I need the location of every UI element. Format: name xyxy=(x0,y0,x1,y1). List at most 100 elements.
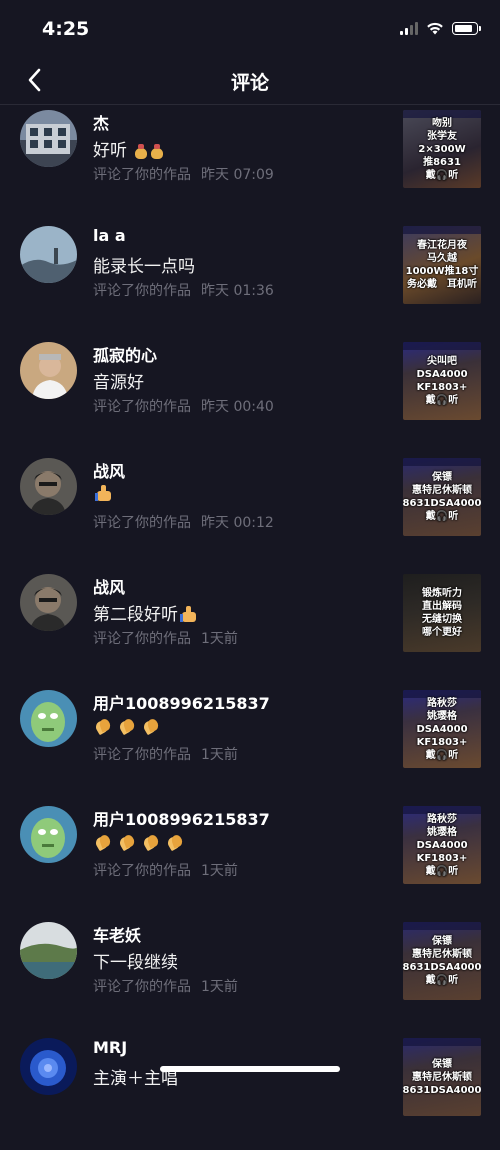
video-thumbnail[interactable]: 吻别 张学友 2×300W 推8631 戴🎧听 xyxy=(403,110,481,188)
thumb-line: 保镖 xyxy=(432,936,452,947)
comment-item[interactable]: 用户1008996215837 评论了你的作品 1天前 路秋莎 姚璎格 DSA40… xyxy=(0,686,500,802)
video-thumbnail[interactable]: 保镖 惠特尼休斯顿 8631DSA4000 戴🎧听 xyxy=(403,922,481,1000)
avatar[interactable] xyxy=(20,574,77,631)
thumb-line: 保镖 xyxy=(432,472,452,483)
clapping-hands-emoji-icon xyxy=(141,833,161,851)
avatar[interactable] xyxy=(20,690,77,747)
username[interactable]: 用户1008996215837 xyxy=(93,806,270,830)
thumb-line: 姚璎格 xyxy=(427,710,457,722)
avatar[interactable] xyxy=(20,922,77,979)
thumb-line: 吻别 xyxy=(432,117,452,129)
comment-action: 评论了你的作品 xyxy=(93,399,191,415)
thumb-line: 8631DSA4000 xyxy=(403,498,481,509)
comment-item[interactable]: 孤寂的心 音源好 评论了你的作品 昨天 00:40 尖叫吧 DSA4000 KF1… xyxy=(0,338,500,454)
thumb-line: 戴🎧听 xyxy=(425,865,459,877)
thumb-line: 尖叫吧 xyxy=(427,356,457,367)
username[interactable]: 杰 xyxy=(93,110,109,134)
thumb-line: KF1803+ xyxy=(416,382,468,393)
thumb-line: 惠特尼休斯顿 xyxy=(412,485,472,496)
comment-item[interactable]: la a 能录长一点吗 评论了你的作品 昨天 01:36 春江花月夜 马久越 10… xyxy=(0,222,500,338)
username[interactable]: 战风 xyxy=(93,574,125,598)
thumb-line: 1000W推18寸 xyxy=(405,266,479,277)
comment-meta: 评论了你的作品 昨天 00:40 xyxy=(93,396,284,416)
comment-text: 好听 xyxy=(93,136,164,161)
thumb-line: 无缝切换 xyxy=(422,614,462,625)
video-thumbnail[interactable]: 保镖 惠特尼休斯顿 8631DSA4000 xyxy=(403,1038,481,1116)
comment-meta: 评论了你的作品 昨天 00:12 xyxy=(93,512,284,532)
thumb-line: 惠特尼休斯顿 xyxy=(412,949,472,960)
avatar[interactable] xyxy=(20,806,77,863)
comment-time: 1天前 xyxy=(201,863,238,879)
thumb-line: 戴🎧听 xyxy=(425,511,459,522)
comment-action: 评论了你的作品 xyxy=(93,167,191,183)
comment-action: 评论了你的作品 xyxy=(93,631,191,647)
thumb-line: 戴🎧听 xyxy=(425,395,459,406)
comment-text xyxy=(93,716,165,736)
thumb-line: DSA4000 xyxy=(416,723,468,735)
comment-text xyxy=(93,484,113,504)
comment-time: 1天前 xyxy=(201,979,238,995)
home-indicator[interactable] xyxy=(160,1066,340,1072)
comment-meta: 评论了你的作品 1天前 xyxy=(93,744,248,764)
comment-time: 昨天 07:09 xyxy=(201,167,274,183)
comment-action: 评论了你的作品 xyxy=(93,283,191,299)
thumb-line: 2×300W xyxy=(418,143,466,155)
thumb-line: 锻炼听力 xyxy=(422,588,462,599)
comment-meta: 评论了你的作品 1天前 xyxy=(93,860,248,880)
avatar[interactable] xyxy=(20,458,77,515)
thumb-line: 路秋莎 xyxy=(427,697,457,709)
username[interactable]: 用户1008996215837 xyxy=(93,690,270,714)
thumb-line: 戴🎧听 xyxy=(425,169,459,181)
username[interactable]: la a xyxy=(93,226,126,245)
comment-action: 评论了你的作品 xyxy=(93,979,191,995)
thumb-line: 直出解码 xyxy=(422,601,462,612)
comment-text-content: 第二段好听 xyxy=(93,605,178,625)
thumb-line: 春江花月夜 xyxy=(417,240,467,251)
avatar[interactable] xyxy=(20,342,77,399)
comment-time: 昨天 00:12 xyxy=(201,515,274,531)
comment-item[interactable]: 用户1008996215837 评论了你的作品 1天前 路秋莎 姚璎格 DSA40… xyxy=(0,802,500,918)
thumb-line: KF1803+ xyxy=(416,852,468,864)
clapping-hands-emoji-icon xyxy=(141,717,161,735)
avatar[interactable] xyxy=(20,226,77,283)
thumb-line: DSA4000 xyxy=(416,839,468,851)
thumb-line: 8631DSA4000 xyxy=(403,1084,481,1096)
avatar[interactable] xyxy=(20,110,77,167)
thumb-line: KF1803+ xyxy=(416,736,468,748)
clapping-hands-emoji-icon xyxy=(117,717,137,735)
video-thumbnail[interactable]: 路秋莎 姚璎格 DSA4000 KF1803+ 戴🎧听 xyxy=(403,690,481,768)
thumb-line: 张学友 xyxy=(427,130,457,142)
status-time: 4:25 xyxy=(42,18,90,40)
video-thumbnail[interactable]: 路秋莎 姚璎格 DSA4000 KF1803+ 戴🎧听 xyxy=(403,806,481,884)
comment-item[interactable]: 杰 好听 评论了你的作品 昨天 07:09 吻别 张学友 2×300W 推8631… xyxy=(0,106,500,222)
comment-text: 能录长一点吗 xyxy=(93,257,195,277)
thumb-line: 路秋莎 xyxy=(427,813,457,825)
comment-item[interactable]: MRJ 主演＋主唱 保镖 惠特尼休斯顿 8631DSA4000 xyxy=(0,1034,500,1150)
comment-text: 音源好 xyxy=(93,373,144,393)
username[interactable]: 车老妖 xyxy=(93,922,141,946)
video-thumbnail[interactable]: 尖叫吧 DSA4000 KF1803+ 戴🎧听 xyxy=(403,342,481,420)
comment-item[interactable]: 战风 第二段好听 评论了你的作品 1天前 锻炼听力 直出解码 无缝切换 哪个更好 xyxy=(0,570,500,686)
comment-time: 1天前 xyxy=(201,631,238,647)
comment-time: 1天前 xyxy=(201,747,238,763)
video-thumbnail[interactable]: 锻炼听力 直出解码 无缝切换 哪个更好 xyxy=(403,574,481,652)
thumb-line: 戴🎧听 xyxy=(425,749,459,761)
comment-item[interactable]: 车老妖 下一段继续 评论了你的作品 1天前 保镖 惠特尼休斯顿 8631DSA40… xyxy=(0,918,500,1034)
comment-item[interactable]: 战风 评论了你的作品 昨天 00:12 保镖 惠特尼休斯顿 8631DSA4000… xyxy=(0,454,500,570)
video-thumbnail[interactable]: 保镖 惠特尼休斯顿 8631DSA4000 戴🎧听 xyxy=(403,458,481,536)
thumb-line: 推8631 xyxy=(423,156,461,168)
comment-time: 昨天 00:40 xyxy=(201,399,274,415)
comment-list: 杰 好听 评论了你的作品 昨天 07:09 吻别 张学友 2×300W 推8631… xyxy=(0,106,500,1150)
thumb-line: 戴🎧听 xyxy=(425,975,459,986)
thumb-line: 哪个更好 xyxy=(422,627,462,638)
video-thumbnail[interactable]: 春江花月夜 马久越 1000W推18寸 务必戴 耳机听 xyxy=(403,226,481,304)
clapping-hands-emoji-icon xyxy=(93,833,113,851)
comment-text: 第二段好听 xyxy=(93,600,198,625)
comment-meta: 评论了你的作品 昨天 01:36 xyxy=(93,280,284,300)
status-bar: 4:25 xyxy=(0,0,500,56)
username[interactable]: 战风 xyxy=(93,458,125,482)
username[interactable]: 孤寂的心 xyxy=(93,342,157,366)
username[interactable]: MRJ xyxy=(93,1038,127,1057)
wifi-icon xyxy=(427,22,443,35)
avatar[interactable] xyxy=(20,1038,77,1095)
